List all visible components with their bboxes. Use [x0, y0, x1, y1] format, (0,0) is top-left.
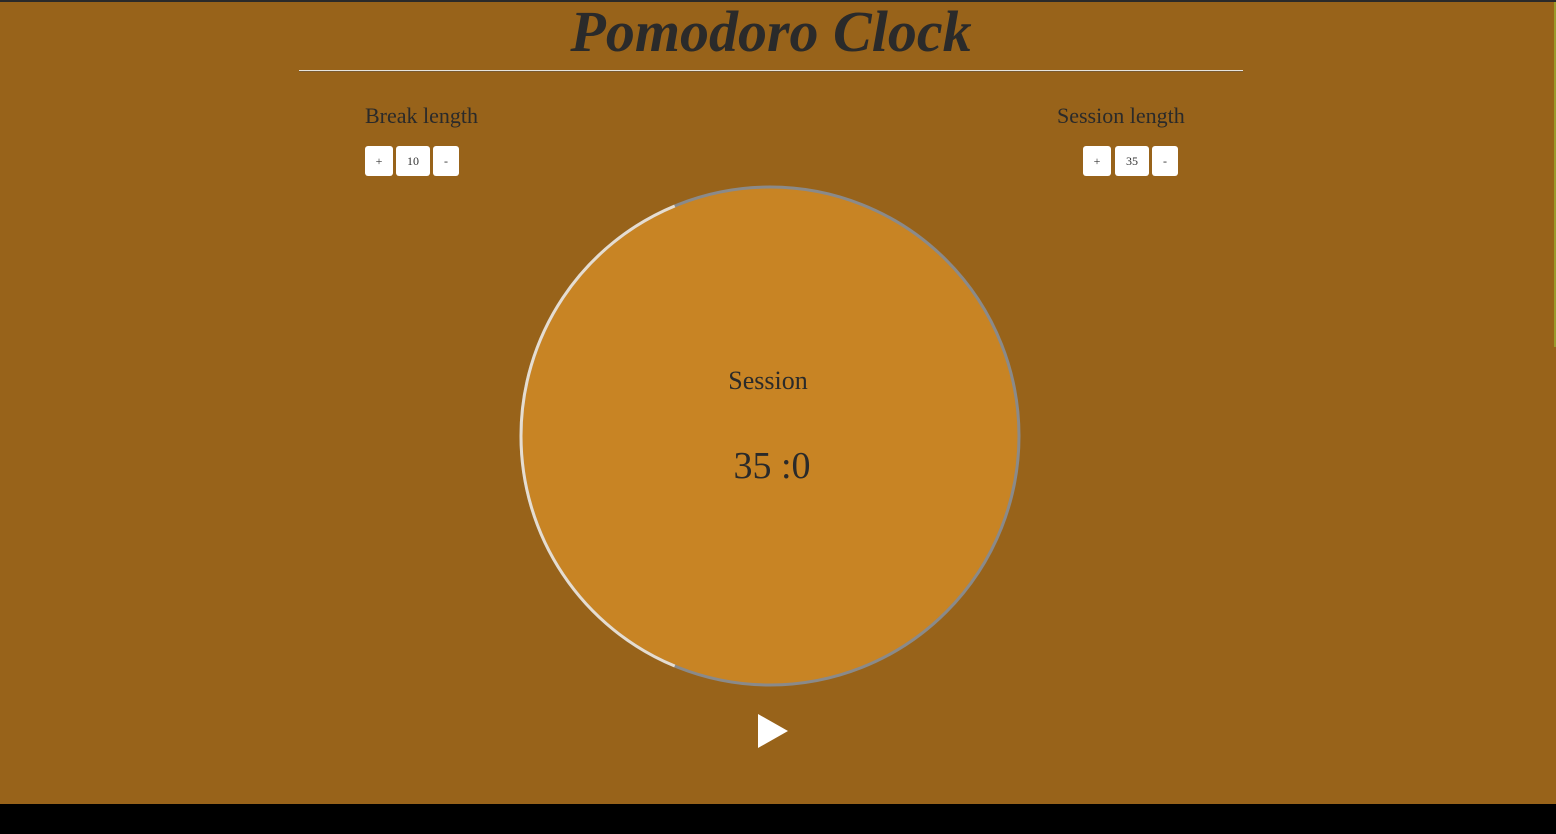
- play-icon: [758, 714, 788, 748]
- session-length-value: 35: [1115, 146, 1149, 176]
- timer-ring: [519, 185, 1021, 687]
- page-title: Pomodoro Clock: [570, 0, 972, 64]
- break-length-label: Break length: [365, 103, 479, 128]
- break-decrement-button[interactable]: -: [433, 146, 459, 176]
- title-divider: [299, 70, 1243, 72]
- timer-mode-label: Session: [728, 366, 808, 395]
- break-increment-button[interactable]: +: [365, 146, 393, 176]
- session-decrement-button[interactable]: -: [1152, 146, 1178, 176]
- timer-dial[interactable]: Session 35 :0: [518, 184, 1022, 688]
- play-button[interactable]: [756, 712, 790, 750]
- session-length-label: Session length: [1057, 103, 1185, 128]
- session-increment-button[interactable]: +: [1083, 146, 1111, 176]
- timer-time-display: 35 :0: [733, 445, 811, 487]
- dial-face: [521, 187, 1019, 685]
- app-container: Pomodoro Clock Break length + 10 - Sessi…: [0, 0, 1556, 804]
- break-length-value: 10: [396, 146, 430, 176]
